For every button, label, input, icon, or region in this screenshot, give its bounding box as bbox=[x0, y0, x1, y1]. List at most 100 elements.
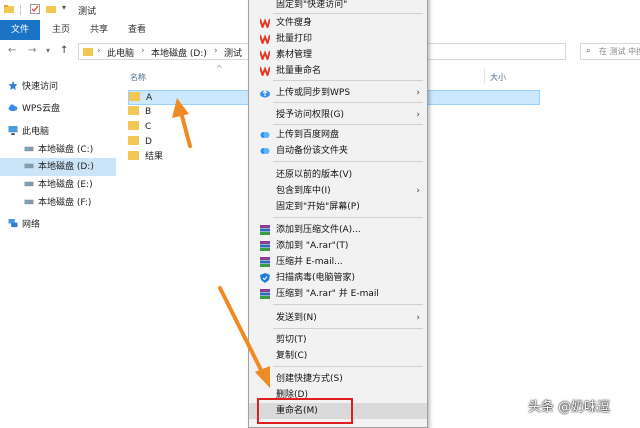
menu-item-compress-email[interactable]: 压缩并 E-mail... bbox=[249, 254, 427, 270]
file-name: C bbox=[145, 122, 152, 132]
sidebar-item-label: 本地磁盘 (F:) bbox=[38, 198, 92, 208]
winrar-icon bbox=[260, 241, 270, 251]
submenu-arrow-icon: › bbox=[416, 313, 420, 323]
breadcrumb-this-pc[interactable]: 此电脑 bbox=[107, 46, 134, 59]
wps-icon bbox=[260, 66, 270, 76]
menu-item-upload-baidu[interactable]: 上传到百度网盘 bbox=[249, 127, 427, 143]
sidebar-item-label: 网络 bbox=[22, 220, 41, 230]
menu-item-pin-start[interactable]: 固定到"开始"屏幕(P) bbox=[249, 199, 427, 215]
tab-view[interactable]: 查看 bbox=[122, 20, 152, 40]
baidu-cloud-icon bbox=[260, 148, 270, 154]
menu-separator bbox=[273, 328, 423, 329]
drive-icon bbox=[24, 199, 34, 205]
folder-icon bbox=[128, 136, 139, 145]
menu-item-compress-a-rar-email[interactable]: 压缩到 "A.rar" 并 E-mail bbox=[249, 286, 427, 302]
breadcrumb-drive-d[interactable]: 本地磁盘 (D:) bbox=[151, 46, 207, 59]
cloud-icon bbox=[8, 104, 18, 112]
menu-item-cut[interactable]: 剪切(T) bbox=[249, 332, 427, 348]
shield-icon bbox=[260, 273, 270, 283]
sidebar-item-wps-cloud[interactable]: WPS云盘 bbox=[8, 100, 114, 118]
menu-separator bbox=[273, 80, 423, 81]
quick-access-dropdown-icon[interactable]: ▾ bbox=[62, 3, 72, 13]
menu-item-scan-virus[interactable]: 扫描病毒(电脑管家) bbox=[249, 270, 427, 286]
breadcrumb-separator-icon: › bbox=[141, 46, 145, 56]
menu-item-asset-manage[interactable]: 素材管理 bbox=[249, 47, 427, 63]
menu-separator bbox=[273, 217, 423, 218]
breadcrumb-test[interactable]: 测试 bbox=[224, 46, 242, 59]
menu-item-include-library[interactable]: 包含到库中(I) › bbox=[249, 183, 427, 199]
up-icon[interactable]: ↑ bbox=[60, 45, 68, 56]
baidu-cloud-icon bbox=[260, 132, 270, 138]
context-menu: 固定到"快速访问" 文件瘦身 批量打印 素材管理 批量重命名 上传或同步到WPS… bbox=[248, 0, 428, 428]
watermark: 头条 @奶味逗 bbox=[528, 400, 611, 415]
winrar-icon bbox=[260, 289, 270, 299]
sort-indicator-icon: ^ bbox=[216, 64, 223, 73]
sidebar-item-drive-c[interactable]: 本地磁盘 (C:) bbox=[24, 141, 114, 159]
menu-item-auto-backup[interactable]: 自动备份该文件夹 bbox=[249, 143, 427, 159]
new-folder-icon[interactable] bbox=[46, 4, 56, 14]
star-icon bbox=[8, 81, 18, 90]
menu-item-copy[interactable]: 复制(C) bbox=[249, 348, 427, 364]
menu-separator bbox=[273, 366, 423, 367]
sidebar-item-label: 此电脑 bbox=[22, 127, 50, 137]
menu-item-send-to[interactable]: 发送到(N) › bbox=[249, 310, 427, 326]
sidebar-item-label: 快速访问 bbox=[22, 82, 59, 92]
column-header-name[interactable]: 名称 bbox=[130, 72, 146, 83]
submenu-arrow-icon: › bbox=[416, 110, 420, 120]
file-name: 结果 bbox=[145, 152, 164, 162]
cloud-upload-icon bbox=[260, 90, 270, 98]
sidebar-item-drive-f[interactable]: 本地磁盘 (F:) bbox=[24, 194, 114, 212]
tab-file[interactable]: 文件 bbox=[0, 20, 40, 40]
folder-icon bbox=[4, 5, 14, 13]
back-icon[interactable]: ← bbox=[8, 45, 16, 56]
file-name: B bbox=[145, 107, 152, 117]
sidebar-item-label: 本地磁盘 (C:) bbox=[38, 145, 94, 155]
sidebar-item-quick-access[interactable]: 快速访问 bbox=[8, 78, 114, 96]
menu-item-add-a-rar[interactable]: 添加到 "A.rar"(T) bbox=[249, 238, 427, 254]
toolbar-divider bbox=[20, 5, 21, 15]
tab-home[interactable]: 主页 bbox=[46, 20, 76, 40]
folder-icon bbox=[128, 151, 139, 160]
tab-share[interactable]: 共享 bbox=[84, 20, 114, 40]
rename-highlight-box bbox=[257, 398, 353, 424]
menu-item-create-shortcut[interactable]: 创建快捷方式(S) bbox=[249, 371, 427, 387]
search-box[interactable]: ⌕ 在 测试 中搜索 bbox=[580, 43, 640, 60]
drive-icon bbox=[24, 163, 34, 169]
menu-item-restore-versions[interactable]: 还原以前的版本(V) bbox=[249, 167, 427, 183]
breadcrumb-separator-icon: › bbox=[97, 46, 101, 56]
menu-item-pin-quick-access[interactable]: 固定到"快速访问" bbox=[249, 0, 427, 13]
sidebar-item-drive-e[interactable]: 本地磁盘 (E:) bbox=[24, 176, 114, 194]
menu-item-file-slim[interactable]: 文件瘦身 bbox=[249, 15, 427, 31]
winrar-icon bbox=[260, 257, 270, 267]
wps-icon bbox=[260, 50, 270, 60]
drive-icon bbox=[24, 181, 34, 187]
sidebar-item-label: WPS云盘 bbox=[22, 104, 61, 114]
menu-item-add-archive[interactable]: 添加到压缩文件(A)... bbox=[249, 222, 427, 238]
navigation-pane: 快速访问 WPS云盘 此电脑 本地磁盘 (C:) 本地磁盘 (D:) 本地磁盘 … bbox=[0, 64, 118, 426]
menu-separator bbox=[273, 102, 423, 103]
wps-icon bbox=[260, 34, 270, 44]
recent-locations-icon[interactable]: ▾ bbox=[46, 46, 50, 55]
forward-icon[interactable]: → bbox=[28, 45, 36, 56]
menu-separator bbox=[273, 13, 423, 14]
sidebar-item-network[interactable]: 网络 bbox=[8, 216, 114, 234]
computer-icon bbox=[8, 126, 18, 135]
column-header-size[interactable]: 大小 bbox=[490, 72, 506, 83]
wps-icon bbox=[260, 18, 270, 28]
menu-separator bbox=[273, 161, 423, 162]
folder-icon bbox=[83, 48, 93, 56]
menu-separator bbox=[273, 304, 423, 305]
menu-item-batch-print[interactable]: 批量打印 bbox=[249, 31, 427, 47]
network-icon bbox=[8, 219, 18, 228]
search-placeholder: 在 测试 中搜索 bbox=[599, 47, 640, 56]
sidebar-item-label: 本地磁盘 (E:) bbox=[38, 180, 93, 190]
menu-item-upload-wps[interactable]: 上传或同步到WPS › bbox=[249, 85, 427, 101]
properties-icon[interactable] bbox=[30, 4, 40, 14]
drive-icon bbox=[24, 146, 34, 152]
file-name: D bbox=[145, 137, 152, 147]
sidebar-item-this-pc[interactable]: 此电脑 bbox=[8, 123, 114, 141]
menu-item-batch-rename[interactable]: 批量重命名 bbox=[249, 63, 427, 79]
menu-item-grant-access[interactable]: 授予访问权限(G) › bbox=[249, 107, 427, 123]
sidebar-item-drive-d[interactable]: 本地磁盘 (D:) bbox=[0, 158, 116, 176]
folder-icon bbox=[128, 121, 139, 130]
